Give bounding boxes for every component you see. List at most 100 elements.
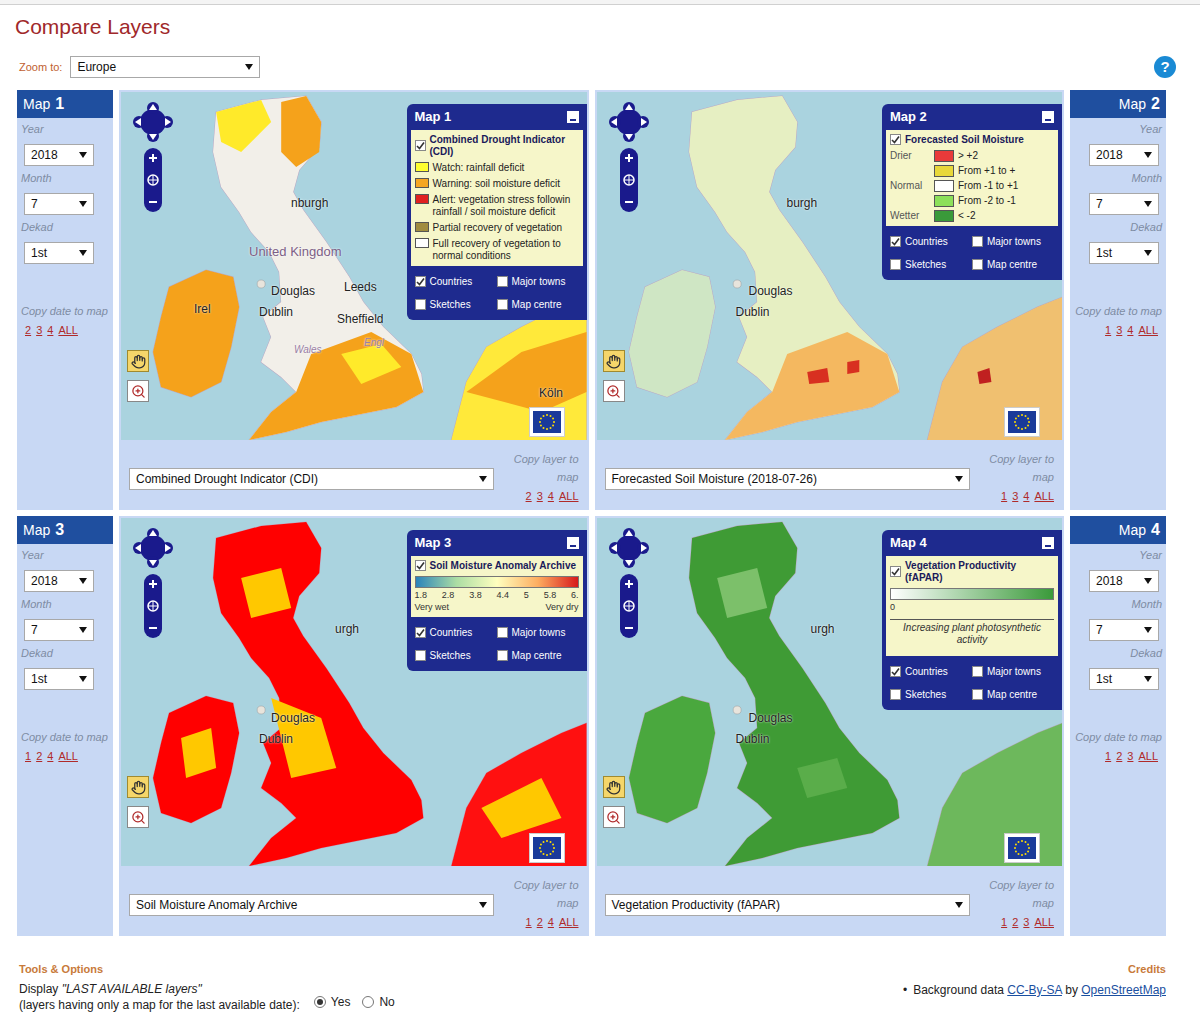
option-item[interactable]: Countries: [415, 625, 497, 640]
pan-tool[interactable]: [127, 776, 149, 798]
select[interactable]: Combined Drought Indicator (CDI): [129, 468, 494, 490]
select[interactable]: 2018: [1089, 570, 1159, 592]
copy-link[interactable]: ALL: [1138, 748, 1158, 765]
license-link[interactable]: CC-By-SA: [1007, 983, 1062, 997]
option-item[interactable]: Major towns: [972, 234, 1054, 249]
copy-link[interactable]: ALL: [1034, 914, 1054, 931]
pan-tool[interactable]: [603, 776, 625, 798]
checkbox[interactable]: [497, 299, 508, 310]
option-item[interactable]: Sketches: [890, 687, 972, 702]
select[interactable]: 1st: [24, 242, 94, 264]
copy-link[interactable]: ALL: [58, 748, 78, 765]
copy-link[interactable]: ALL: [559, 914, 579, 931]
option-item[interactable]: Sketches: [415, 297, 497, 312]
minimize-icon[interactable]: [1042, 537, 1054, 549]
copy-link[interactable]: 1: [1001, 914, 1007, 931]
option-item[interactable]: Sketches: [890, 257, 972, 272]
map-navigation[interactable]: [609, 102, 649, 212]
copy-link[interactable]: 3: [36, 322, 42, 339]
copy-link[interactable]: 4: [1023, 488, 1029, 505]
pan-tool[interactable]: [127, 350, 149, 372]
option-item[interactable]: Major towns: [497, 274, 579, 289]
copy-link[interactable]: 2: [1012, 914, 1018, 931]
checkbox[interactable]: [415, 276, 426, 287]
select[interactable]: Europe: [70, 56, 260, 78]
select[interactable]: 7: [1089, 619, 1159, 641]
copy-link[interactable]: 1: [1001, 488, 1007, 505]
minimize-icon[interactable]: [567, 537, 579, 549]
pan-arrows-icon[interactable]: [609, 528, 649, 568]
option-item[interactable]: Major towns: [972, 664, 1054, 679]
radio-option[interactable]: Yes: [314, 993, 351, 1011]
copy-link[interactable]: ALL: [1034, 488, 1054, 505]
option-item[interactable]: Countries: [415, 274, 497, 289]
pan-tool[interactable]: [603, 350, 625, 372]
zoom-controls-icon[interactable]: [620, 148, 638, 212]
copy-link[interactable]: 3: [537, 488, 543, 505]
map-view[interactable]: urghDouglasDublinMap 3Soil Moisture Anom…: [121, 518, 587, 866]
select[interactable]: 1st: [24, 668, 94, 690]
zoom-controls-icon[interactable]: [144, 574, 162, 638]
copy-link[interactable]: 4: [548, 488, 554, 505]
copy-link[interactable]: 4: [47, 748, 53, 765]
checkbox[interactable]: [497, 276, 508, 287]
select[interactable]: 7: [24, 193, 94, 215]
select[interactable]: 1st: [1089, 242, 1159, 264]
copy-link[interactable]: 4: [1127, 322, 1133, 339]
copy-link[interactable]: 1: [526, 914, 532, 931]
select[interactable]: Vegetation Productivity (fAPAR): [605, 894, 970, 916]
checkbox[interactable]: [415, 650, 426, 661]
select[interactable]: 2018: [1089, 144, 1159, 166]
map-navigation[interactable]: [133, 528, 173, 638]
copy-link[interactable]: 2: [1116, 748, 1122, 765]
copy-link[interactable]: 1: [25, 748, 31, 765]
pan-arrows-icon[interactable]: [609, 102, 649, 142]
checkbox[interactable]: [497, 650, 508, 661]
select[interactable]: Soil Moisture Anomaly Archive: [129, 894, 494, 916]
checkbox[interactable]: [972, 689, 983, 700]
map-view[interactable]: urghDouglasDublinMap 4Vegetation Product…: [597, 518, 1063, 866]
copy-link[interactable]: 2: [537, 914, 543, 931]
select[interactable]: 1st: [1089, 668, 1159, 690]
zoom-box-tool[interactable]: [127, 380, 149, 402]
copy-link[interactable]: 1: [1105, 322, 1111, 339]
copy-link[interactable]: ALL: [58, 322, 78, 339]
select[interactable]: 7: [1089, 193, 1159, 215]
checkbox[interactable]: [415, 299, 426, 310]
option-item[interactable]: Map centre: [972, 257, 1054, 272]
radio-option[interactable]: No: [362, 993, 394, 1011]
checkbox[interactable]: [415, 560, 426, 571]
checkbox[interactable]: [890, 689, 901, 700]
copy-link[interactable]: 2: [526, 488, 532, 505]
select[interactable]: 2018: [24, 570, 94, 592]
checkbox[interactable]: [415, 140, 426, 151]
checkbox[interactable]: [972, 236, 983, 247]
copy-link[interactable]: 4: [47, 322, 53, 339]
copy-link[interactable]: 3: [1116, 322, 1122, 339]
option-item[interactable]: Map centre: [972, 687, 1054, 702]
map-navigation[interactable]: [133, 102, 173, 212]
minimize-icon[interactable]: [567, 111, 579, 123]
copy-link[interactable]: ALL: [559, 488, 579, 505]
pan-arrows-icon[interactable]: [133, 102, 173, 142]
option-item[interactable]: Sketches: [415, 648, 497, 663]
copy-link[interactable]: ALL: [1138, 322, 1158, 339]
checkbox[interactable]: [415, 627, 426, 638]
checkbox[interactable]: [972, 259, 983, 270]
zoom-box-tool[interactable]: [603, 806, 625, 828]
checkbox[interactable]: [890, 259, 901, 270]
copy-link[interactable]: 4: [548, 914, 554, 931]
checkbox[interactable]: [890, 666, 901, 677]
zoom-controls-icon[interactable]: [620, 574, 638, 638]
option-item[interactable]: Countries: [890, 234, 972, 249]
copy-link[interactable]: 3: [1127, 748, 1133, 765]
checkbox[interactable]: [890, 134, 901, 145]
option-item[interactable]: Countries: [890, 664, 972, 679]
option-item[interactable]: Major towns: [497, 625, 579, 640]
help-button[interactable]: ?: [1154, 56, 1176, 78]
checkbox[interactable]: [890, 566, 901, 577]
copy-link[interactable]: 2: [36, 748, 42, 765]
checkbox[interactable]: [972, 666, 983, 677]
pan-arrows-icon[interactable]: [133, 528, 173, 568]
select[interactable]: Forecasted Soil Moisture (2018-07-26): [605, 468, 970, 490]
